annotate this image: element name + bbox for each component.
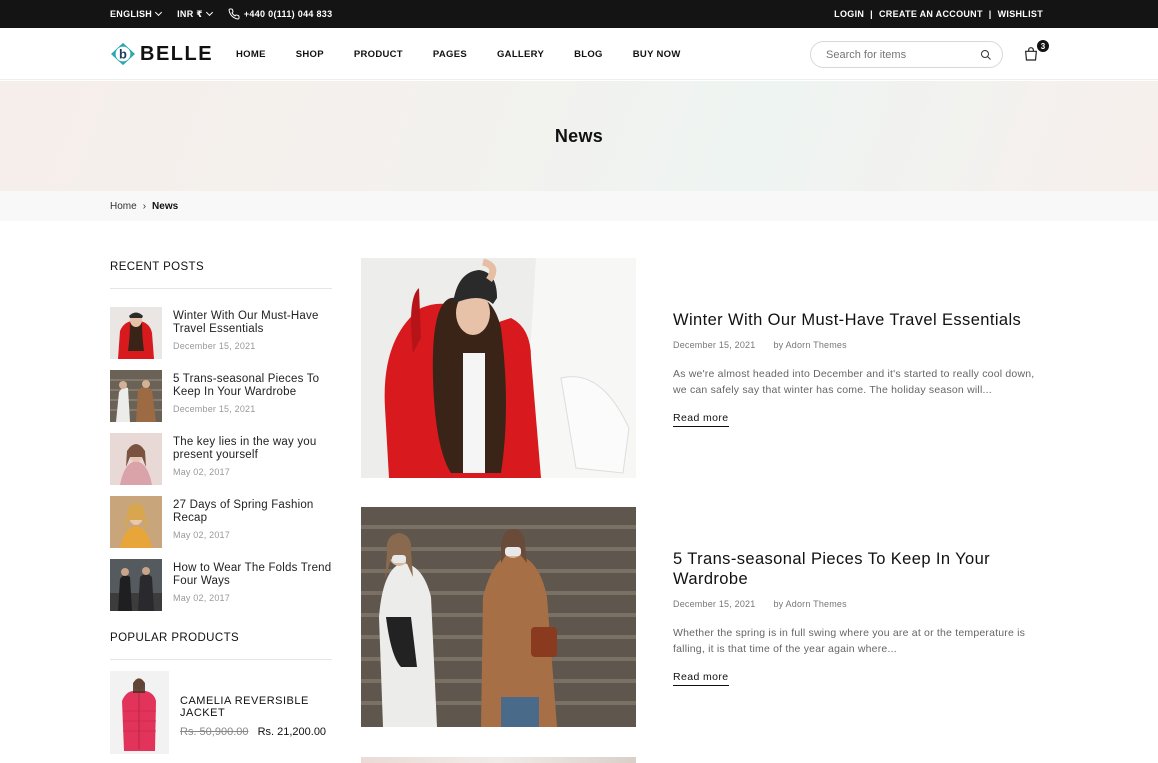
list-item[interactable]: How to Wear The Folds Trend Four Ways Ma… (110, 559, 332, 622)
main-nav: HOME SHOP PRODUCT PAGES GALLERY BLOG BUY… (236, 28, 681, 80)
create-account-link[interactable]: CREATE AN ACCOUNT (879, 9, 983, 19)
post-date: May 02, 2017 (173, 530, 230, 540)
article-title[interactable]: Winter With Our Must-Have Travel Essenti… (673, 310, 1043, 330)
currency-selector[interactable]: INR ₹ (177, 8, 213, 20)
currency-label: INR ₹ (177, 8, 203, 19)
breadcrumb-separator: › (142, 200, 147, 212)
post-thumbnail (110, 433, 162, 485)
language-label: ENGLISH (110, 9, 153, 19)
breadcrumb-current: News (152, 200, 179, 212)
article-author: by Adorn Themes (773, 340, 847, 350)
product-card[interactable]: CAMELIA REVERSIBLE JACKET Rs. 50,900.00 … (110, 671, 332, 754)
product-image (110, 671, 169, 754)
article-title[interactable]: 5 Trans-seasonal Pieces To Keep In Your … (673, 549, 1043, 589)
breadcrumb: Home › News (0, 191, 1158, 221)
sidebar: RECENT POSTS Winter With Our Must-Have T… (110, 221, 332, 754)
site-logo[interactable]: b BELLE (110, 42, 213, 66)
post-title[interactable]: 27 Days of Spring Fashion Recap (173, 499, 332, 525)
sale-price: Rs. 21,200.00 (257, 726, 327, 738)
recent-posts-heading: RECENT POSTS (110, 261, 332, 289)
post-date: May 02, 2017 (173, 593, 230, 603)
post-thumbnail (110, 307, 162, 359)
nav-blog[interactable]: BLOG (574, 49, 603, 60)
article-excerpt: Whether the spring is in full swing wher… (673, 627, 1026, 655)
cart-count-badge: 3 (1037, 40, 1049, 52)
recent-posts-list: Winter With Our Must-Have Travel Essenti… (110, 307, 332, 622)
article-author: by Adorn Themes (773, 599, 847, 609)
article-date: December 15, 2021 (673, 599, 756, 609)
article-date: December 15, 2021 (673, 340, 756, 350)
article-image[interactable] (361, 258, 636, 478)
post-thumbnail (110, 496, 162, 548)
divider: | (988, 9, 992, 19)
phone-number: +440 0(111) 044 833 (243, 9, 333, 19)
search-box (810, 41, 1003, 68)
nav-home[interactable]: HOME (236, 49, 266, 60)
nav-shop[interactable]: SHOP (296, 49, 324, 60)
article-image[interactable] (361, 507, 636, 727)
product-prices: Rs. 50,900.00 Rs. 21,200.00 (180, 726, 332, 738)
read-more-link[interactable]: Read more (673, 671, 729, 686)
language-selector[interactable]: ENGLISH (110, 8, 163, 19)
nav-buy-now[interactable]: BUY NOW (633, 49, 681, 60)
logo-letter: b (119, 47, 127, 62)
top-bar: ENGLISH INR ₹ +440 0(111) 044 833 LOGIN … (0, 0, 1158, 28)
product-name[interactable]: CAMELIA REVERSIBLE JACKET (180, 695, 332, 719)
chevron-down-icon (155, 8, 163, 17)
chevron-down-icon (205, 8, 213, 17)
search-input[interactable] (826, 48, 966, 61)
read-more-link[interactable]: Read more (673, 412, 729, 427)
popular-products-heading: POPULAR PRODUCTS (110, 632, 332, 660)
post-date: December 15, 2021 (173, 341, 256, 351)
search-icon[interactable] (980, 49, 992, 61)
logo-text: BELLE (140, 42, 214, 65)
wishlist-link[interactable]: WISHLIST (998, 9, 1043, 19)
phone-link[interactable]: +440 0(111) 044 833 (228, 8, 333, 20)
nav-pages[interactable]: PAGES (433, 49, 467, 60)
breadcrumb-home[interactable]: Home (110, 201, 137, 212)
nav-product[interactable]: PRODUCT (354, 49, 403, 60)
post-title[interactable]: The key lies in the way you present your… (173, 436, 332, 462)
login-link[interactable]: LOGIN (834, 9, 864, 19)
article-card: Winter With Our Must-Have Travel Essenti… (361, 258, 1041, 478)
logo-mark-icon: b (111, 42, 135, 66)
old-price: Rs. 50,900.00 (180, 726, 249, 738)
main-header: b BELLE HOME SHOP PRODUCT PAGES GALLERY … (0, 28, 1158, 80)
list-item[interactable]: The key lies in the way you present your… (110, 433, 332, 496)
page-banner: News (0, 81, 1158, 191)
post-date: December 15, 2021 (173, 404, 256, 414)
post-title[interactable]: How to Wear The Folds Trend Four Ways (173, 562, 332, 588)
page-title: News (554, 125, 604, 146)
nav-gallery[interactable]: GALLERY (497, 49, 544, 60)
article-card: 5 Trans-seasonal Pieces To Keep In Your … (361, 507, 1041, 727)
phone-icon (228, 8, 240, 20)
post-thumbnail (110, 370, 162, 422)
article-meta: December 15, 2021 by Adorn Themes (673, 599, 1043, 609)
post-title[interactable]: Winter With Our Must-Have Travel Essenti… (173, 310, 332, 336)
post-date: May 02, 2017 (173, 467, 230, 477)
divider: | (870, 9, 873, 19)
list-item[interactable]: Winter With Our Must-Have Travel Essenti… (110, 307, 332, 370)
post-thumbnail (110, 559, 162, 611)
cart-button[interactable]: 3 (1023, 40, 1049, 64)
list-item[interactable]: 27 Days of Spring Fashion Recap May 02, … (110, 496, 332, 559)
article-image[interactable] (361, 757, 636, 763)
article-meta: December 15, 2021 by Adorn Themes (673, 340, 1043, 350)
post-title[interactable]: 5 Trans-seasonal Pieces To Keep In Your … (173, 373, 332, 399)
list-item[interactable]: 5 Trans-seasonal Pieces To Keep In Your … (110, 370, 332, 433)
article-excerpt: As we're almost headed into December and… (673, 368, 1035, 396)
